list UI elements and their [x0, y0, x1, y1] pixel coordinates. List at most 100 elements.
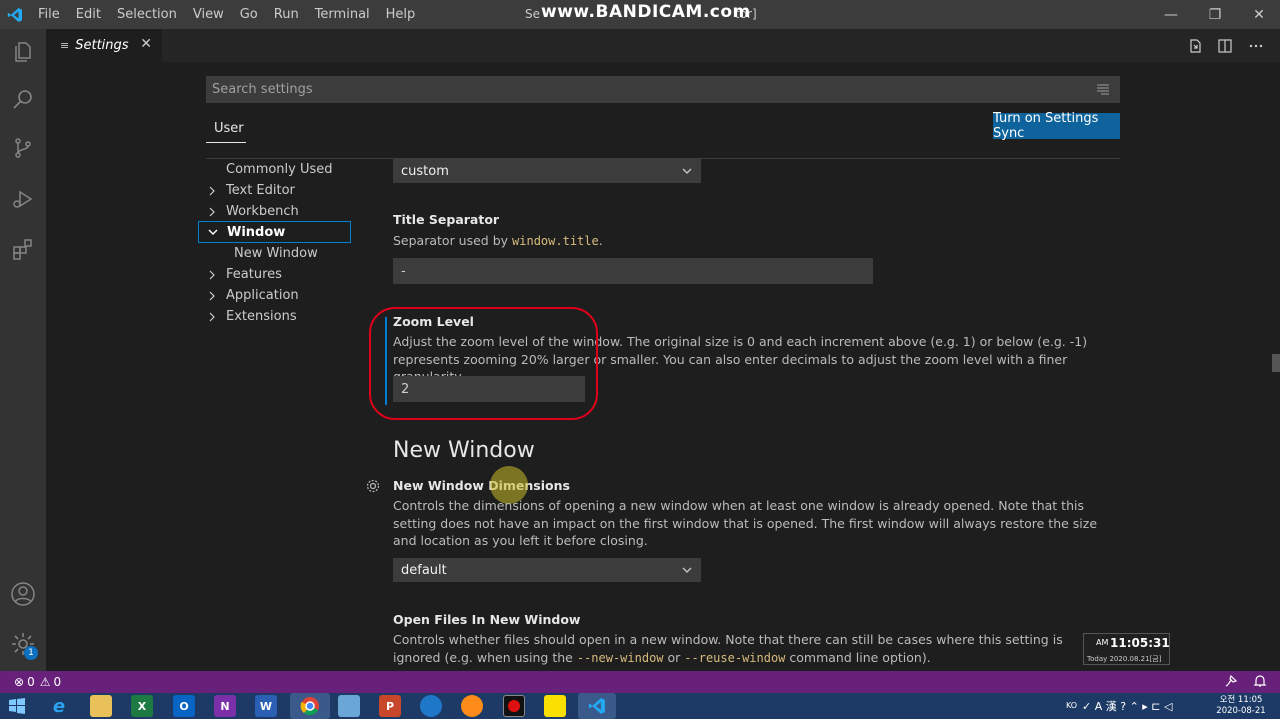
more-actions-icon[interactable]: [1245, 35, 1267, 57]
toc-text-editor[interactable]: Text Editor: [198, 180, 351, 201]
section-heading: New Window: [393, 438, 535, 463]
ime-indicator[interactable]: KO: [1066, 701, 1077, 710]
close-window-button[interactable]: ✕: [1236, 0, 1280, 29]
tab-label: Settings: [75, 38, 129, 53]
toc-window[interactable]: Window: [198, 221, 351, 243]
toc-label: Text Editor: [226, 183, 295, 198]
onenote-icon[interactable]: N: [214, 695, 236, 717]
toc-workbench[interactable]: Workbench: [198, 201, 351, 222]
chevron-down-icon: [681, 165, 693, 181]
toc-application[interactable]: Application: [198, 285, 351, 306]
app-icon[interactable]: [338, 695, 360, 717]
edge-icon[interactable]: [420, 695, 442, 717]
chevron-right-icon: [198, 186, 226, 196]
notifications-bell-icon[interactable]: [1253, 674, 1267, 691]
run-debug-icon[interactable]: [0, 176, 46, 222]
word-icon[interactable]: W: [255, 695, 277, 717]
clock-date: Today 2020.08.21[금]: [1087, 655, 1162, 663]
setting-description: Controls whether files should open in a …: [393, 631, 1083, 666]
toc-label: Extensions: [226, 309, 297, 324]
toc-label: Workbench: [226, 204, 299, 219]
toc-commonly-used[interactable]: Commonly Used: [198, 159, 351, 180]
setting-gear-icon[interactable]: [365, 478, 381, 494]
setting-description: Separator used by window.title.: [393, 232, 1118, 251]
warning-count: 0: [53, 675, 62, 689]
search-icon[interactable]: [0, 77, 46, 123]
toc-features[interactable]: Features: [198, 264, 351, 285]
taskbar-clock[interactable]: 오전 11:05 2020-08-21: [1212, 695, 1270, 717]
toc-label: Commonly Used: [226, 162, 333, 177]
desc-text: or: [663, 649, 685, 665]
feedback-icon[interactable]: [1224, 674, 1238, 691]
split-editor-icon[interactable]: [1214, 35, 1236, 57]
accounts-icon[interactable]: [0, 571, 46, 617]
chevron-right-icon: [198, 291, 226, 301]
new-window-dimensions-select[interactable]: default: [393, 558, 701, 582]
desc-text: .: [598, 233, 603, 248]
clock-time: 11:05:31: [1110, 636, 1170, 650]
error-count: 0: [27, 675, 35, 689]
activity-bar: 1: [0, 29, 46, 671]
chrome-icon[interactable]: [290, 693, 330, 719]
maximize-button[interactable]: ❐: [1192, 0, 1238, 29]
menu-edit[interactable]: Edit: [68, 7, 109, 22]
toc-label: Features: [226, 267, 282, 282]
tab-settings[interactable]: ≡ Settings ✕: [46, 29, 162, 62]
setting-title: New Window Dimensions: [393, 478, 570, 493]
bandicam-app-icon[interactable]: [461, 695, 483, 717]
annotation-circle: [369, 307, 598, 420]
toc-label: Application: [226, 288, 299, 303]
windows-start-icon[interactable]: [6, 695, 28, 717]
record-icon[interactable]: [503, 695, 525, 717]
extensions-icon[interactable]: [0, 226, 46, 272]
toc-extensions[interactable]: Extensions: [198, 306, 351, 327]
menu-help[interactable]: Help: [378, 7, 424, 22]
window-title-left: Se: [525, 7, 540, 21]
outlook-icon[interactable]: O: [173, 695, 195, 717]
excel-icon[interactable]: X: [131, 695, 153, 717]
title-bar: File Edit Selection View Go Run Terminal…: [0, 0, 1280, 29]
search-placeholder: Search settings: [212, 82, 313, 97]
tab-user[interactable]: User: [206, 118, 246, 143]
desktop-clock-widget: AM 11:05:31 Today 2020.08.21[금]: [1083, 633, 1170, 665]
warning-icon: ⚠: [39, 675, 51, 689]
chevron-down-icon: [199, 227, 227, 237]
source-control-icon[interactable]: [0, 125, 46, 171]
internet-explorer-icon[interactable]: e: [48, 695, 70, 717]
tray-date: 2020-08-21: [1216, 706, 1266, 716]
menu-go[interactable]: Go: [232, 7, 266, 22]
bandicam-watermark: www.BANDICAM.com: [541, 2, 751, 22]
menu-selection[interactable]: Selection: [109, 7, 185, 22]
minimize-button[interactable]: —: [1148, 0, 1194, 29]
toc-label: New Window: [234, 246, 318, 261]
manage-badge: 1: [24, 646, 38, 660]
menu-run[interactable]: Run: [266, 7, 307, 22]
setting-title: Open Files In New Window: [393, 612, 581, 627]
tray-icons[interactable]: ✓ A 漢 ? ⌃ ▸ ⊏ ◁: [1082, 698, 1172, 714]
tab-close-icon[interactable]: ✕: [140, 36, 152, 52]
menu-file[interactable]: File: [30, 7, 68, 22]
powerpoint-icon[interactable]: P: [379, 695, 401, 717]
search-settings-input[interactable]: Search settings: [206, 76, 1120, 103]
title-separator-input[interactable]: -: [393, 258, 873, 284]
file-explorer-icon[interactable]: [90, 695, 112, 717]
chevron-right-icon: [198, 270, 226, 280]
manage-gear-icon[interactable]: 1: [0, 621, 46, 667]
menu-view[interactable]: View: [185, 7, 232, 22]
title-bar-style-select[interactable]: custom: [393, 159, 701, 183]
menu-terminal[interactable]: Terminal: [307, 7, 378, 22]
vscode-taskbar-icon[interactable]: [578, 693, 616, 719]
setting-title: Title Separator: [393, 212, 500, 227]
kakaotalk-icon[interactable]: [544, 695, 566, 717]
settings-tab-icon: ≡: [60, 39, 70, 52]
chevron-right-icon: [198, 207, 226, 217]
toc-new-window[interactable]: New Window: [198, 243, 351, 264]
scrollbar-thumb[interactable]: [1272, 354, 1280, 372]
open-settings-json-icon[interactable]: [1184, 35, 1206, 57]
status-bar: ⊗ 0 ⚠ 0: [0, 671, 1280, 693]
problems-indicator[interactable]: ⊗ 0 ⚠ 0: [14, 675, 61, 689]
explorer-icon[interactable]: [0, 29, 46, 75]
tray-time: 오전 11:05: [1219, 695, 1263, 705]
settings-sync-button[interactable]: Turn on Settings Sync: [993, 111, 1120, 141]
clear-filter-icon[interactable]: [1096, 82, 1110, 100]
